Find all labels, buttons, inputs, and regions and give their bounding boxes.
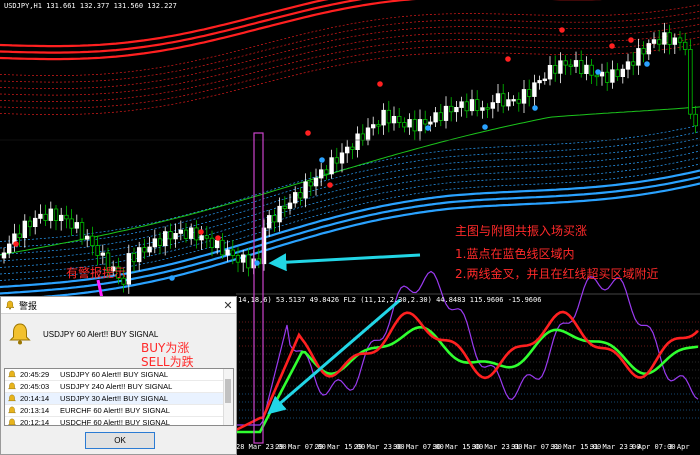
- bell-icon: [7, 394, 17, 402]
- ok-button[interactable]: OK: [85, 432, 155, 449]
- alert-text: USDJPY 60 Alert!! BUY SIGNAL: [60, 370, 169, 379]
- alert-list[interactable]: 20:45:29 USDJPY 60 Alert!! BUY SIGNAL 20:4…: [4, 368, 234, 426]
- candlesticks: [1, 22, 698, 294]
- symbol-info: USDJPY,H1 131.661 132.377 131.560 132.22…: [4, 2, 177, 10]
- bell-icon: [7, 418, 17, 425]
- bell-icon: [7, 406, 17, 414]
- alert-text: USDJPY 30 Alert!! BUY SIGNAL: [60, 394, 169, 403]
- annotation-point-2: 2.两线金叉，并且在红线超买区域附近: [455, 267, 659, 281]
- annotation-point-1: 1.蓝点在蓝色线区域内: [455, 247, 575, 261]
- bell-icon: [5, 300, 15, 310]
- time-axis-label: 3 Apr: [668, 443, 690, 451]
- alert-title: 警报: [19, 300, 38, 311]
- alert-list-row[interactable]: 20:45:03 USDJPY 240 Alert!! BUY SIGNAL: [5, 381, 233, 393]
- alert-text: EURCHF 60 Alert!! BUY SIGNAL: [60, 406, 170, 415]
- bell-icon: [7, 382, 17, 390]
- alert-list-row[interactable]: 20:45:29 USDJPY 60 Alert!! BUY SIGNAL: [5, 369, 233, 381]
- alert-titlebar[interactable]: 警报 ✕: [1, 297, 236, 314]
- alert-text: USDJPY 240 Alert!! BUY SIGNAL: [60, 382, 173, 391]
- alert-time: 20:14:14: [20, 394, 50, 403]
- close-icon[interactable]: ✕: [220, 299, 236, 312]
- main-chart-arrow: [268, 253, 421, 272]
- alert-message: USDJPY 60 Alert!! BUY SIGNAL: [43, 329, 159, 339]
- alert-list-row[interactable]: 20:13:14 EURCHF 60 Alert!! BUY SIGNAL: [5, 405, 233, 417]
- signal-highlight-box: [253, 132, 264, 444]
- alert-list-row[interactable]: 20:12:14 USDCHF 60 Alert!! BUY SIGNAL: [5, 417, 233, 426]
- moving-average: [0, 106, 700, 256]
- bell-icon: [9, 323, 31, 345]
- alert-text: USDCHF 60 Alert!! BUY SIGNAL: [60, 418, 170, 426]
- oscillator-info: 14,18,6) 53.5137 49.8426 FL2 (11,12,2.30…: [238, 296, 542, 304]
- bell-icon: [7, 370, 17, 378]
- alert-dialog[interactable]: 警报 ✕ USDJPY 60 Alert!! BUY SIGNAL BUY为涨 …: [0, 296, 237, 455]
- alert-time: 20:45:03: [20, 382, 50, 391]
- alert-time: 20:45:29: [20, 370, 50, 379]
- alert-time: 20:13:14: [20, 406, 50, 415]
- alert-time: 20:12:14: [20, 418, 50, 426]
- alert-list-row[interactable]: 20:14:14 USDJPY 30 Alert!! BUY SIGNAL: [5, 393, 233, 405]
- alert-list-scrollbar[interactable]: [223, 369, 233, 425]
- annotation-alert-hint: 有警报提示: [66, 266, 127, 280]
- annotation-main-title: 主图与附图共振入场买涨: [455, 224, 588, 238]
- time-axis: 28 Mar 23:00 29 Mar 07:00 29 Mar 15:00 29 M…: [236, 443, 700, 455]
